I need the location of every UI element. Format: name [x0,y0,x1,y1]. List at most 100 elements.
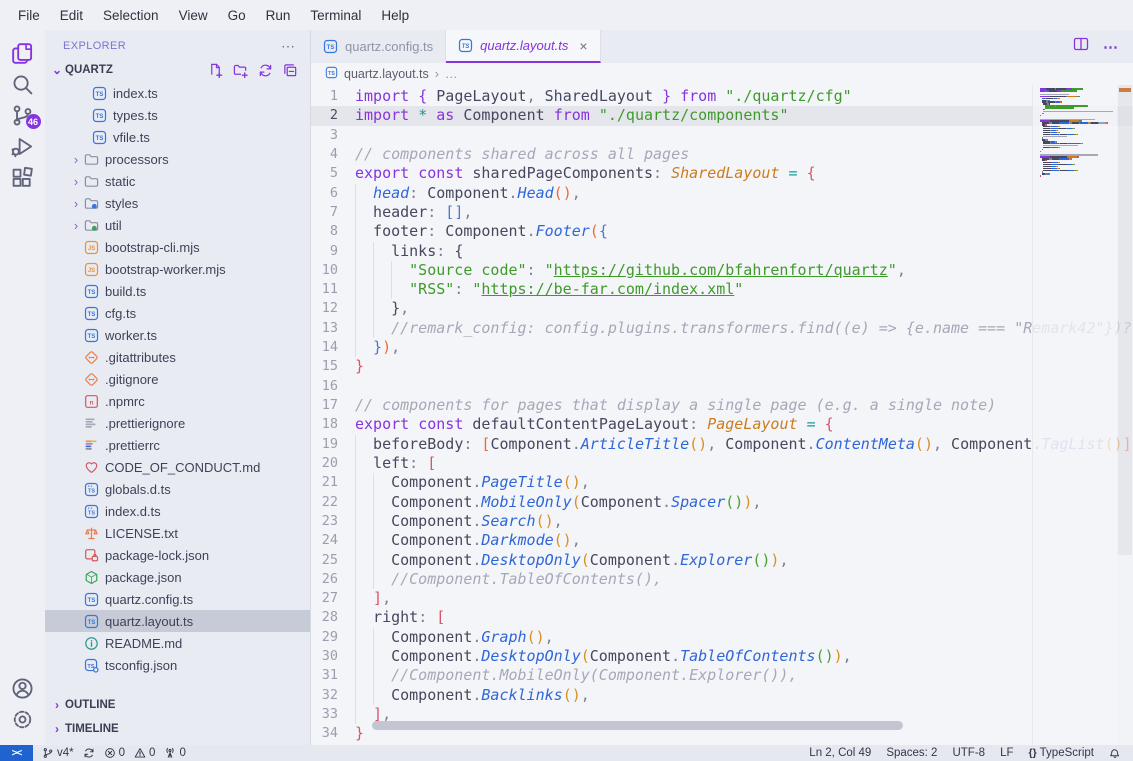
breadcrumb-file[interactable]: quartz.layout.ts [344,67,429,81]
status-ports[interactable]: 0 [164,747,185,759]
file-tree-item[interactable]: TSquartz.layout.ts [45,610,310,632]
menu-item-run[interactable]: Run [256,4,301,27]
code-line[interactable]: 31//Component.MobileOnly(Component.Explo… [311,666,1133,685]
tab-quartz.config.ts[interactable]: TSquartz.config.ts [311,30,446,63]
file-tree-item[interactable]: .gitignore [45,368,310,390]
file-tree-item[interactable]: .prettierignore [45,412,310,434]
menu-item-selection[interactable]: Selection [93,4,169,27]
collapse-all-icon[interactable] [283,63,298,78]
file-tree-item[interactable]: TSworker.ts [45,324,310,346]
code-line[interactable]: 27], [311,589,1133,608]
new-folder-icon[interactable] [233,63,248,78]
code-line[interactable]: 5export const sharedPageComponents: Shar… [311,164,1133,183]
breadcrumb-symbol[interactable]: … [445,67,458,81]
tab-quartz.layout.ts[interactable]: TSquartz.layout.ts× [446,30,600,63]
file-tree-item[interactable]: README.md [45,632,310,654]
activitybar-accounts[interactable] [6,673,40,703]
code-line[interactable]: 13//remark_config: config.plugins.transf… [311,319,1133,338]
file-tree-item[interactable]: JSbootstrap-cli.mjs [45,236,310,258]
timeline-section[interactable]: › TIMELINE [45,717,310,741]
status-git-branch[interactable]: v4* [42,747,74,759]
code-line[interactable]: 3 [311,126,1133,145]
menu-item-help[interactable]: Help [371,4,419,27]
code-line[interactable]: 29Component.Graph(), [311,628,1133,647]
code-line[interactable]: 20left: [ [311,454,1133,473]
close-icon[interactable]: × [579,38,587,54]
activitybar-explorer[interactable] [6,38,40,68]
status-language-mode[interactable]: {}TypeScript [1028,747,1094,759]
code-line[interactable]: 1import { PageLayout, SharedLayout } fro… [311,87,1133,106]
code-line[interactable]: 23Component.Search(), [311,512,1133,531]
code-line[interactable]: 24Component.Darkmode(), [311,531,1133,550]
file-tree-item[interactable]: TScfg.ts [45,302,310,324]
status-indentation[interactable]: Spaces: 2 [886,747,937,759]
file-tree-item[interactable]: ›processors [45,148,310,170]
code-line[interactable]: 15} [311,357,1133,376]
activitybar-search[interactable] [6,69,40,99]
workspace-section-header[interactable]: ⌄ QUARTZ [45,58,310,82]
code-line[interactable]: 35 [311,744,1133,745]
overview-ruler[interactable] [1117,85,1133,745]
code-line[interactable]: 32Component.Backlinks(), [311,686,1133,705]
status-errors[interactable]: 0 [104,747,125,759]
code-line[interactable]: 22Component.MobileOnly(Component.Spacer(… [311,493,1133,512]
file-tree-item[interactable]: TSindex.d.ts [45,500,310,522]
code-line[interactable]: 26//Component.TableOfContents(), [311,570,1133,589]
activitybar-source-control[interactable]: 46 [6,100,40,130]
menu-item-terminal[interactable]: Terminal [300,4,371,27]
status-eol[interactable]: LF [1000,747,1013,759]
menu-item-edit[interactable]: Edit [50,4,93,27]
file-tree-item[interactable]: package.json [45,566,310,588]
status-cursor-position[interactable]: Ln 2, Col 49 [809,747,871,759]
code-line[interactable]: 12}, [311,299,1133,318]
menu-item-file[interactable]: File [8,4,50,27]
code-line[interactable]: 11"RSS": "https://be-far.com/index.xml" [311,280,1133,299]
status-warnings[interactable]: 0 [134,747,155,759]
file-tree-item[interactable]: package-lock.json [45,544,310,566]
remote-indicator[interactable]: >< [0,745,33,761]
activitybar-extensions[interactable] [6,162,40,192]
code-line[interactable]: 10"Source code": "https://github.com/bfa… [311,261,1133,280]
file-tree-item[interactable]: TSbuild.ts [45,280,310,302]
breadcrumb[interactable]: TS quartz.layout.ts › … [311,63,1133,85]
file-tree-item[interactable]: ›static [45,170,310,192]
file-tree-item[interactable]: CODE_OF_CONDUCT.md [45,456,310,478]
code-line[interactable]: 8footer: Component.Footer({ [311,222,1133,241]
activitybar-settings[interactable] [6,704,40,734]
file-tree-item[interactable]: .prettierrc [45,434,310,456]
file-tree-item[interactable]: n.npmrc [45,390,310,412]
menu-item-view[interactable]: View [169,4,218,27]
file-tree-item[interactable]: TSindex.ts [45,82,310,104]
file-tree-item[interactable]: ›util [45,214,310,236]
status-notifications[interactable] [1109,747,1121,759]
split-editor-icon[interactable] [1073,36,1089,57]
code-line[interactable]: 19beforeBody: [Component.ArticleTitle(),… [311,435,1133,454]
editor-more-actions-icon[interactable]: ⋯ [1103,38,1119,56]
code-line[interactable]: 21Component.PageTitle(), [311,473,1133,492]
code-line[interactable]: 30Component.DesktopOnly(Component.TableO… [311,647,1133,666]
explorer-more-actions-icon[interactable]: ⋯ [281,38,296,55]
file-tree-item[interactable]: TSvfile.ts [45,126,310,148]
file-tree-item[interactable]: .gitattributes [45,346,310,368]
code-line[interactable]: 9links: { [311,242,1133,261]
code-line[interactable]: 28right: [ [311,608,1133,627]
file-tree-item[interactable]: TStsconfig.json [45,654,310,676]
file-tree-item[interactable]: TSquartz.config.ts [45,588,310,610]
new-file-icon[interactable] [208,63,223,78]
code-line[interactable]: 17// components for pages that display a… [311,396,1133,415]
code-line[interactable]: 4// components shared across all pages [311,145,1133,164]
minimap[interactable] [1032,85,1117,745]
code-line[interactable]: 16 [311,377,1133,396]
horizontal-scrollbar[interactable] [372,721,903,730]
status-encoding[interactable]: UTF-8 [952,747,985,759]
outline-section[interactable]: › OUTLINE [45,693,310,717]
status-sync[interactable] [83,747,95,759]
menu-item-go[interactable]: Go [218,4,256,27]
file-tree-item[interactable]: ›styles [45,192,310,214]
code-line[interactable]: 2import * as Component from "./quartz/co… [311,106,1133,125]
code-line[interactable]: 6head: Component.Head(), [311,184,1133,203]
code-line[interactable]: 7header: [], [311,203,1133,222]
file-tree-item[interactable]: TSglobals.d.ts [45,478,310,500]
code-line[interactable]: 18export const defaultContentPageLayout:… [311,415,1133,434]
refresh-icon[interactable] [258,63,273,78]
